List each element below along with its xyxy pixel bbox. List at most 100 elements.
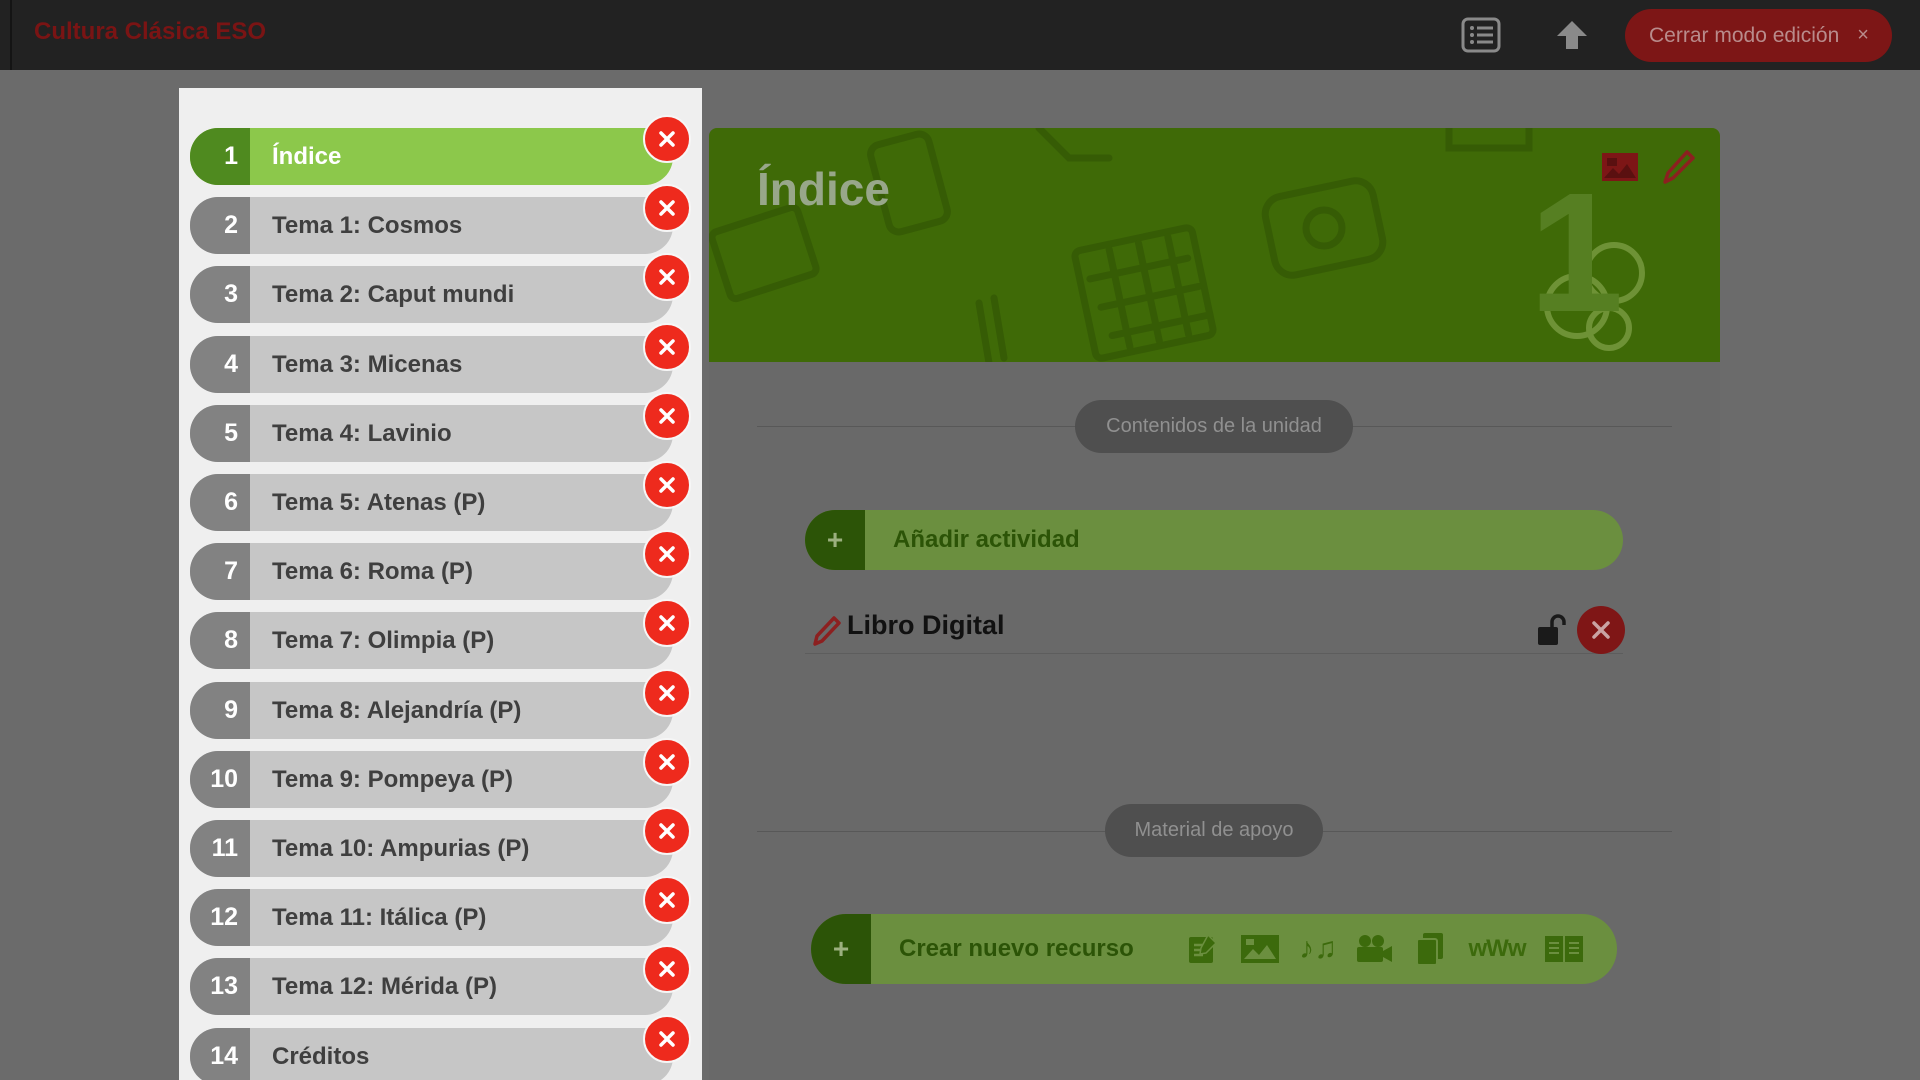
delete-unit-button[interactable] — [643, 945, 691, 993]
delete-unit-button[interactable] — [643, 876, 691, 924]
web-icon[interactable]: wWw — [1466, 929, 1528, 969]
sidebar-item-number: 12 — [190, 889, 250, 946]
sidebar-item-number: 3 — [190, 266, 250, 323]
sidebar-item-number: 8 — [190, 612, 250, 669]
close-icon — [659, 685, 675, 701]
sidebar-item-label: Índice — [272, 142, 342, 170]
delete-unit-button[interactable] — [643, 392, 691, 440]
delete-unit-button[interactable] — [643, 323, 691, 371]
sidebar-item[interactable]: 7 Tema 6: Roma (P) — [190, 543, 673, 600]
index-list-icon[interactable] — [1459, 14, 1503, 56]
pencil-icon[interactable] — [813, 616, 841, 651]
sidebar-item-number: 11 — [190, 820, 250, 877]
sidebar-item-number: 13 — [190, 958, 250, 1015]
close-icon — [659, 131, 675, 147]
plus-icon: + — [805, 510, 865, 570]
plus-icon: + — [811, 914, 871, 984]
unit-number-watermark: 1 — [1529, 158, 1624, 348]
sidebar-item-number: 10 — [190, 751, 250, 808]
unit-banner: 1 Índice — [709, 128, 1720, 362]
sidebar-item[interactable]: 2 Tema 1: Cosmos — [190, 197, 673, 254]
close-icon — [659, 892, 675, 908]
delete-unit-button[interactable] — [643, 184, 691, 232]
add-activity-label: Añadir actividad — [893, 526, 1080, 553]
support-section-label: Material de apoyo — [1105, 804, 1323, 857]
sidebar-item[interactable]: 10 Tema 9: Pompeya (P) — [190, 751, 673, 808]
sidebar-item-label: Tema 12: Mérida (P) — [272, 972, 497, 1000]
arrow-up-icon[interactable] — [1550, 14, 1594, 56]
sidebar-item[interactable]: 14 Créditos — [190, 1028, 673, 1080]
create-resource-label: Crear nuevo recurso — [899, 935, 1134, 962]
delete-unit-button[interactable] — [643, 807, 691, 855]
digital-book-row[interactable]: Libro Digital — [805, 594, 1625, 654]
sidebar-item[interactable]: 11 Tema 10: Ampurias (P) — [190, 820, 673, 877]
contents-section-label: Contenidos de la unidad — [1075, 400, 1353, 453]
close-icon — [659, 546, 675, 562]
delete-unit-button[interactable] — [643, 115, 691, 163]
sidebar-item-label: Tema 6: Roma (P) — [272, 557, 473, 585]
unit-title: Índice — [757, 163, 890, 215]
sidebar-item[interactable]: 4 Tema 3: Micenas — [190, 336, 673, 393]
unit-sidebar: 1 Índice 2 Tema 1: Cosmos 3 Tema 2: Caput mun… — [179, 88, 702, 1080]
sidebar-item[interactable]: 6 Tema 5: Atenas (P) — [190, 474, 673, 531]
sidebar-item[interactable]: 13 Tema 12: Mérida (P) — [190, 958, 673, 1015]
main-panel: 1 Índice Contenidos de la unidad + Añadi… — [709, 128, 1720, 1080]
unlock-icon[interactable] — [1537, 614, 1567, 651]
sidebar-item-number: 2 — [190, 197, 250, 254]
sidebar-item-label: Tema 2: Caput mundi — [272, 280, 515, 308]
delete-book-button[interactable] — [1577, 606, 1625, 654]
close-icon — [659, 339, 675, 355]
sidebar-item[interactable]: 5 Tema 4: Lavinio — [190, 405, 673, 462]
close-icon — [659, 961, 675, 977]
edit-pencil-icon[interactable] — [1663, 150, 1695, 189]
sidebar-item-number: 5 — [190, 405, 250, 462]
sidebar-item-label: Créditos — [272, 1042, 370, 1070]
sidebar-item[interactable]: 9 Tema 8: Alejandría (P) — [190, 682, 673, 739]
video-icon[interactable] — [1354, 929, 1394, 969]
sidebar-item-label: Tema 10: Ampurias (P) — [272, 834, 530, 862]
delete-unit-button[interactable] — [643, 530, 691, 578]
delete-unit-button[interactable] — [643, 669, 691, 717]
delete-unit-button[interactable] — [643, 1015, 691, 1063]
close-icon — [659, 269, 675, 285]
sidebar-item-label: Tema 7: Olimpia (P) — [272, 626, 495, 654]
sidebar-item[interactable]: 12 Tema 11: Itálica (P) — [190, 889, 673, 946]
close-icon: × — [1857, 24, 1869, 46]
delete-unit-button[interactable] — [643, 738, 691, 786]
sidebar-item-label: Tema 5: Atenas (P) — [272, 488, 486, 516]
sidebar-item-label: Tema 11: Itálica (P) — [272, 903, 487, 931]
close-edit-mode-button[interactable]: Cerrar modo edición × — [1625, 9, 1892, 62]
sidebar-item[interactable]: 8 Tema 7: Olimpia (P) — [190, 612, 673, 669]
document-icon[interactable] — [1182, 929, 1222, 969]
sidebar-item[interactable]: 1 Índice — [190, 128, 673, 185]
create-resource-button[interactable]: + Crear nuevo recurso ♪♫ wWw — [811, 914, 1617, 984]
delete-unit-button[interactable] — [643, 461, 691, 509]
sidebar-item[interactable]: 3 Tema 2: Caput mundi — [190, 266, 673, 323]
close-icon — [659, 615, 675, 631]
copy-icon[interactable] — [1410, 929, 1450, 969]
close-icon — [659, 200, 675, 216]
music-icon[interactable]: ♪♫ — [1298, 929, 1338, 969]
sidebar-item-number: 4 — [190, 336, 250, 393]
image-icon[interactable] — [1601, 152, 1639, 187]
digital-book-title[interactable]: Libro Digital — [847, 610, 1005, 641]
delete-unit-button[interactable] — [643, 599, 691, 647]
close-icon — [659, 408, 675, 424]
app-title[interactable]: Cultura Clásica ESO — [34, 18, 266, 46]
add-activity-button[interactable]: + Añadir actividad — [805, 510, 1623, 570]
close-icon — [659, 823, 675, 839]
delete-unit-button[interactable] — [643, 253, 691, 301]
close-icon — [659, 754, 675, 770]
sidebar-item-number: 1 — [190, 128, 250, 185]
close-icon — [659, 477, 675, 493]
book-icon[interactable] — [1544, 929, 1584, 969]
close-icon — [659, 1031, 675, 1047]
sidebar-item-label: Tema 9: Pompeya (P) — [272, 765, 513, 793]
resource-type-icons: ♪♫ wWw — [1182, 914, 1584, 984]
sidebar-item-number: 14 — [190, 1028, 250, 1080]
close-edit-mode-label: Cerrar modo edición — [1649, 23, 1840, 47]
image-icon[interactable] — [1238, 929, 1282, 969]
top-bar: Cultura Clásica ESO Cerrar modo edición … — [0, 0, 1920, 70]
sidebar-item-number: 9 — [190, 682, 250, 739]
sidebar-item-number: 7 — [190, 543, 250, 600]
